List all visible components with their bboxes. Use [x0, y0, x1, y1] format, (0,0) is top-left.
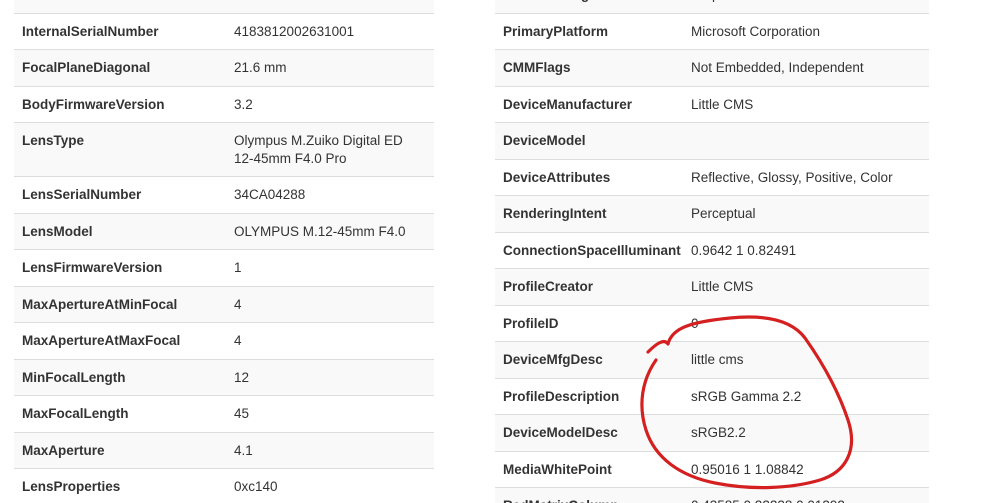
field-value: 4.1: [226, 431, 434, 469]
table-row: RenderingIntent Perceptual: [495, 195, 929, 232]
field-name: DeviceModelDesc: [495, 414, 683, 451]
field-name: LensModel: [14, 212, 226, 250]
field-value: sRGB2.2: [683, 414, 929, 451]
field-value: sRGB Gamma 2.2: [683, 377, 929, 415]
field-value: Not Embedded, Independent: [683, 49, 929, 86]
table-row: MaxAperture 4.1: [14, 431, 434, 469]
table-row: SerialNumber BJ7A02000: [14, 0, 434, 13]
table-row: MinFocalLength 12: [14, 358, 434, 396]
field-name: DeviceAttributes: [495, 158, 683, 196]
field-value: 4: [226, 285, 434, 323]
field-value: acsp: [683, 0, 929, 13]
field-name: MaxApertureAtMinFocal: [14, 285, 226, 323]
field-value: Olympus M.Zuiko Digital ED 12-45mm F4.0 …: [226, 122, 434, 177]
field-value: 1: [226, 249, 434, 286]
exif-metadata-page: SerialNumber BJ7A02000 InternalSerialNum…: [0, 0, 1005, 503]
field-value: Little CMS: [683, 268, 929, 305]
field-value: 4183812002631001: [226, 12, 434, 50]
field-value: little cms: [683, 341, 929, 378]
field-value: 4: [226, 322, 434, 359]
field-name: LensType: [14, 122, 226, 177]
table-row: ProfileFileSignature acsp: [495, 0, 929, 13]
field-name: ProfileDescription: [495, 377, 683, 415]
table-row: ConnectionSpaceIlluminant 0.9642 1 0.824…: [495, 231, 929, 269]
field-name: DeviceModel: [495, 122, 683, 159]
field-name: SerialNumber: [14, 0, 226, 13]
field-name: DeviceMfgDesc: [495, 341, 683, 378]
field-value: 0.95016 1 1.08842: [683, 450, 929, 488]
icc-profile-table: ProfileFileSignature acsp PrimaryPlatfor…: [495, 0, 929, 503]
field-value: 3.2: [226, 85, 434, 123]
field-name: FocalPlaneDiagonal: [14, 49, 226, 86]
field-value: Reflective, Glossy, Positive, Color: [683, 158, 929, 196]
table-row: MaxApertureAtMinFocal 4: [14, 285, 434, 323]
table-row: ProfileDescription sRGB Gamma 2.2: [495, 377, 929, 415]
table-row: DeviceModelDesc sRGB2.2: [495, 414, 929, 451]
field-value: 45: [226, 395, 434, 432]
field-value: Little CMS: [683, 85, 929, 123]
table-row: ProfileID 0: [495, 304, 929, 342]
field-name: MinFocalLength: [14, 358, 226, 396]
field-name: MediaWhitePoint: [495, 450, 683, 488]
table-row: InternalSerialNumber 4183812002631001: [14, 12, 434, 50]
field-name: ProfileFileSignature: [495, 0, 683, 13]
table-row: DeviceMfgDesc little cms: [495, 341, 929, 378]
table-row: DeviceModel: [495, 122, 929, 159]
table-row: MediaWhitePoint 0.95016 1 1.08842: [495, 450, 929, 488]
field-name: MaxAperture: [14, 431, 226, 469]
table-row: LensProperties 0xc140: [14, 468, 434, 503]
field-name: RenderingIntent: [495, 195, 683, 232]
table-row: CMMFlags Not Embedded, Independent: [495, 49, 929, 86]
table-row: PrimaryPlatform Microsoft Corporation: [495, 12, 929, 50]
field-name: ConnectionSpaceIlluminant: [495, 231, 683, 269]
field-name: LensFirmwareVersion: [14, 249, 226, 286]
table-row: LensSerialNumber 34CA04288: [14, 176, 434, 213]
table-row: DeviceManufacturer Little CMS: [495, 85, 929, 123]
field-name: ProfileID: [495, 304, 683, 342]
table-row: RedMatrixColumn 0.43585 0.22238 0.01392: [495, 487, 929, 503]
field-value: Perceptual: [683, 195, 929, 232]
field-value: 0: [683, 304, 929, 342]
camera-metadata-table: SerialNumber BJ7A02000 InternalSerialNum…: [14, 0, 434, 503]
table-row: BodyFirmwareVersion 3.2: [14, 85, 434, 123]
table-row: LensModel OLYMPUS M.12-45mm F4.0: [14, 212, 434, 250]
field-value: Microsoft Corporation: [683, 12, 929, 50]
table-row: MaxFocalLength 45: [14, 395, 434, 432]
table-row: LensType Olympus M.Zuiko Digital ED 12-4…: [14, 122, 434, 177]
field-name: MaxFocalLength: [14, 395, 226, 432]
field-name: InternalSerialNumber: [14, 12, 226, 50]
field-value: 0.9642 1 0.82491: [683, 231, 929, 269]
table-row: LensFirmwareVersion 1: [14, 249, 434, 286]
field-value: BJ7A02000: [226, 0, 434, 13]
field-value: 0xc140: [226, 468, 434, 503]
field-name: DeviceManufacturer: [495, 85, 683, 123]
table-row: DeviceAttributes Reflective, Glossy, Pos…: [495, 158, 929, 196]
field-name: LensSerialNumber: [14, 176, 226, 213]
field-name: ProfileCreator: [495, 268, 683, 305]
field-value: 21.6 mm: [226, 49, 434, 86]
field-value: 34CA04288: [226, 176, 434, 213]
field-value: 0.43585 0.22238 0.01392: [683, 487, 929, 503]
field-name: BodyFirmwareVersion: [14, 85, 226, 123]
field-name: PrimaryPlatform: [495, 12, 683, 50]
field-value: OLYMPUS M.12-45mm F4.0: [226, 212, 434, 250]
field-value: 12: [226, 358, 434, 396]
table-row: FocalPlaneDiagonal 21.6 mm: [14, 49, 434, 86]
field-name: MaxApertureAtMaxFocal: [14, 322, 226, 359]
field-name: CMMFlags: [495, 49, 683, 86]
table-row: ProfileCreator Little CMS: [495, 268, 929, 305]
field-value: [683, 122, 929, 159]
field-name: RedMatrixColumn: [495, 487, 683, 503]
table-row: MaxApertureAtMaxFocal 4: [14, 322, 434, 359]
field-name: LensProperties: [14, 468, 226, 503]
